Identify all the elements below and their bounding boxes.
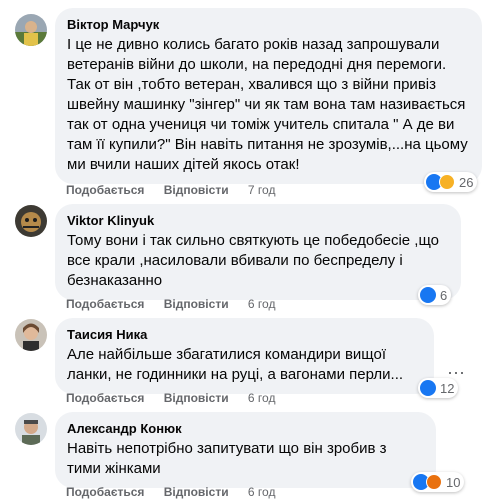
like-button[interactable]: Подобається: [66, 485, 144, 499]
comment-text: Але найбільше збагатилися командири вищо…: [67, 346, 404, 383]
reaction-count: 6: [440, 287, 448, 303]
like-button[interactable]: Подобається: [66, 297, 144, 311]
avatar[interactable]: [15, 319, 47, 351]
like-icon: [420, 380, 436, 396]
angry-icon: [426, 474, 442, 490]
comment-time[interactable]: 6 год: [248, 297, 276, 311]
reply-button[interactable]: Відповісти: [164, 183, 229, 197]
reaction-summary[interactable]: 26: [424, 172, 478, 192]
reaction-summary[interactable]: 12: [418, 378, 459, 398]
avatar[interactable]: [15, 14, 47, 46]
reply-button[interactable]: Відповісти: [164, 391, 229, 405]
reaction-count: 10: [446, 474, 461, 490]
comment-text: І це не дивно колись багато років назад …: [67, 36, 468, 173]
reaction-summary[interactable]: 10: [411, 472, 465, 492]
comment-bubble: Viktor Klinyuk Тому вони і так сильно св…: [55, 204, 461, 300]
avatar[interactable]: [15, 205, 47, 237]
like-button[interactable]: Подобається: [66, 183, 144, 197]
comment-bubble: Таисия Ника Але найбільше збагатилися ко…: [55, 318, 434, 394]
comment-author[interactable]: Александр Конюк: [67, 420, 424, 437]
reaction-count: 12: [440, 380, 455, 396]
like-button[interactable]: Подобається: [66, 391, 144, 405]
comment-bubble: Александр Конюк Навіть непотрібно запиту…: [55, 412, 436, 488]
comment-bubble: Віктор Марчук І це не дивно колись багат…: [55, 8, 482, 184]
comment-author[interactable]: Таисия Ника: [67, 326, 422, 343]
comment-author[interactable]: Віктор Марчук: [67, 16, 470, 33]
like-icon: [420, 287, 436, 303]
comment-actions: Подобається Відповісти 7 год: [66, 183, 275, 197]
comment-text: Тому вони і так сильно святкують це побе…: [67, 232, 439, 289]
avatar[interactable]: [15, 413, 47, 445]
comment-time[interactable]: 6 год: [248, 485, 276, 499]
comment-actions: Подобається Відповісти 6 год: [66, 485, 275, 499]
comment-actions: Подобається Відповісти 6 год: [66, 391, 275, 405]
sad-icon: [439, 174, 455, 190]
reaction-summary[interactable]: 6: [418, 285, 452, 305]
comment-author[interactable]: Viktor Klinyuk: [67, 212, 449, 229]
reaction-count: 26: [459, 174, 474, 190]
comment-text: Навіть непотрібно запитувати що він зроб…: [67, 440, 387, 477]
comment-time[interactable]: 7 год: [248, 183, 276, 197]
reply-button[interactable]: Відповісти: [164, 297, 229, 311]
comment-actions: Подобається Відповісти 6 год: [66, 297, 275, 311]
comment-time[interactable]: 6 год: [248, 391, 276, 405]
reply-button[interactable]: Відповісти: [164, 485, 229, 499]
